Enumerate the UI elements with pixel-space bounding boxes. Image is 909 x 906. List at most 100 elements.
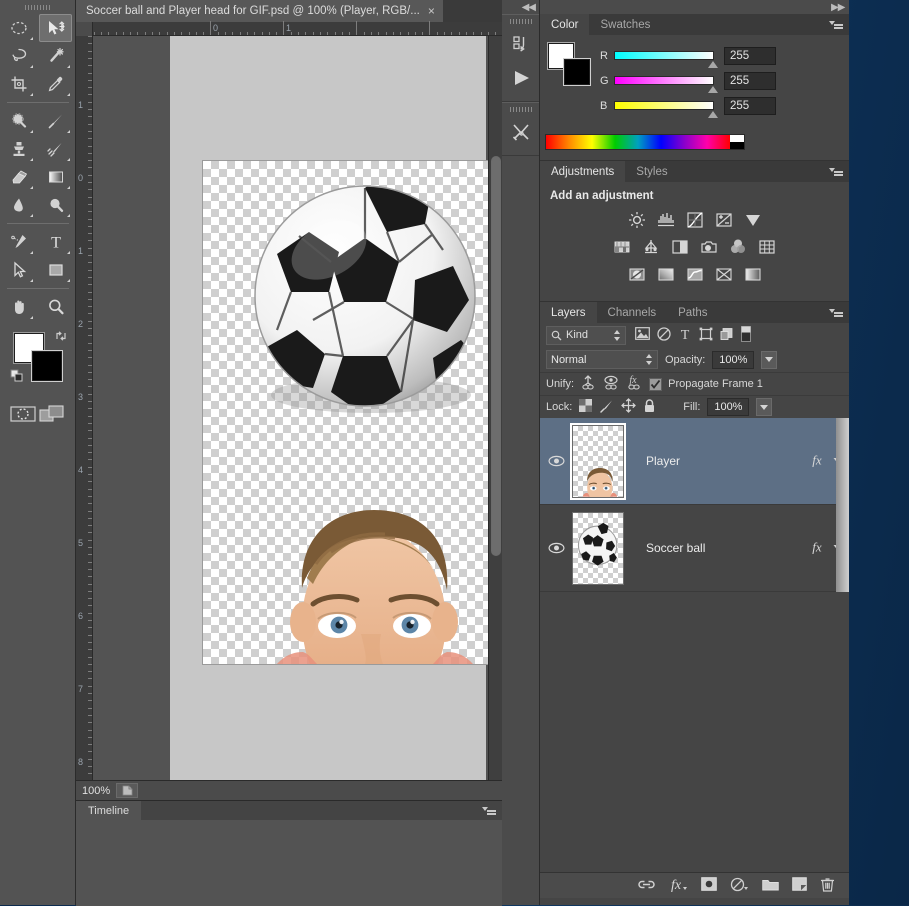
threshold-icon[interactable]: [685, 264, 705, 284]
tab-styles[interactable]: Styles: [625, 161, 679, 182]
chevron-updown-icon[interactable]: [614, 329, 621, 342]
timeline-body[interactable]: [76, 820, 502, 906]
gradient-map-icon[interactable]: [743, 264, 763, 284]
channel-b-slider[interactable]: [614, 101, 718, 118]
layer-visibility-toggle[interactable]: [540, 542, 572, 554]
magic-wand-tool[interactable]: [39, 42, 72, 70]
dodge-tool[interactable]: [39, 191, 72, 219]
black-white-icon[interactable]: [670, 237, 690, 257]
filter-shape-icon[interactable]: [699, 327, 713, 344]
tab-color[interactable]: Color: [540, 14, 590, 35]
propagate-frame-checkbox[interactable]: [649, 377, 663, 391]
hue-saturation-icon[interactable]: [612, 237, 632, 257]
history-brush-tool[interactable]: [39, 135, 72, 163]
eraser-tool[interactable]: [2, 163, 35, 191]
color-panel-menu-icon[interactable]: [829, 19, 843, 30]
unify-visibility-icon[interactable]: [603, 375, 620, 393]
rectangle-tool[interactable]: [39, 256, 72, 284]
table-row[interactable]: Soccer ball fx: [540, 505, 849, 592]
color-spectrum-ramp[interactable]: [545, 134, 745, 150]
minidock-grip[interactable]: [502, 15, 539, 27]
canvas-vertical-scrollbar[interactable]: [488, 36, 502, 780]
unify-position-icon[interactable]: [580, 375, 597, 393]
type-tool[interactable]: T: [39, 228, 72, 256]
document-tab[interactable]: Soccer ball and Player head for GIF.psd …: [76, 0, 443, 22]
minidock-grip-2[interactable]: [502, 103, 539, 115]
filter-adjustment-icon[interactable]: [657, 326, 671, 344]
filter-type-icon[interactable]: T: [678, 327, 692, 344]
channel-r-slider[interactable]: [614, 51, 718, 68]
delete-layer-icon[interactable]: [820, 877, 835, 895]
layers-panel-menu-icon[interactable]: [829, 307, 843, 318]
ruler-origin-corner[interactable]: [76, 22, 93, 36]
tab-layers[interactable]: Layers: [540, 302, 597, 323]
slider-knob-icon[interactable]: [708, 61, 718, 68]
layer-style-fx-icon[interactable]: fx: [809, 539, 826, 557]
horizontal-ruler[interactable]: 01: [76, 21, 502, 36]
play-icon[interactable]: [502, 61, 539, 95]
tab-channels[interactable]: Channels: [596, 302, 668, 323]
tab-adjustments[interactable]: Adjustments: [540, 161, 626, 182]
clone-stamp-tool[interactable]: [2, 135, 35, 163]
layer-name[interactable]: Soccer ball: [624, 541, 809, 555]
timeline-panel-menu-icon[interactable]: [482, 805, 496, 816]
quick-mask-icon[interactable]: [10, 405, 36, 426]
layers-empty-area[interactable]: [540, 592, 849, 872]
hand-tool[interactable]: [2, 293, 35, 321]
zoom-tool[interactable]: [39, 293, 72, 321]
close-icon[interactable]: ×: [428, 4, 435, 18]
screen-mode-icon[interactable]: [39, 405, 65, 426]
marquee-tool[interactable]: [2, 14, 35, 42]
layer-thumbnail[interactable]: [572, 424, 624, 498]
layer-kind-dropdown[interactable]: Kind: [546, 325, 626, 345]
channel-b-value[interactable]: 255: [724, 96, 776, 115]
layer-name[interactable]: Player: [624, 454, 809, 468]
channel-g-value[interactable]: 255: [724, 71, 776, 90]
unify-style-icon[interactable]: fx: [626, 375, 643, 393]
brightness-contrast-icon[interactable]: [627, 210, 647, 230]
new-group-icon[interactable]: [762, 878, 779, 894]
new-layer-icon[interactable]: [792, 877, 807, 894]
canvas-viewport[interactable]: [93, 36, 502, 780]
filter-toggle-icon[interactable]: [741, 325, 751, 345]
exposure-icon[interactable]: [714, 210, 734, 230]
zoom-level-value[interactable]: 100%: [82, 785, 110, 797]
filter-pixel-icon[interactable]: [635, 327, 650, 343]
fill-value[interactable]: 100%: [707, 398, 750, 416]
move-tool[interactable]: [39, 14, 72, 42]
chevron-updown-icon[interactable]: [646, 353, 653, 366]
fill-dropdown-icon[interactable]: [756, 398, 773, 416]
tab-swatches[interactable]: Swatches: [589, 14, 662, 35]
lock-transparency-icon[interactable]: [579, 399, 593, 415]
swap-colors-icon[interactable]: [54, 329, 68, 346]
lock-all-icon[interactable]: [643, 398, 656, 416]
selective-color-icon[interactable]: [714, 264, 734, 284]
adjustments-panel-menu-icon[interactable]: [829, 166, 843, 177]
filter-smart-object-icon[interactable]: [720, 327, 734, 344]
lock-position-icon[interactable]: [621, 398, 637, 416]
tools-icon[interactable]: [502, 115, 539, 149]
brush-tool[interactable]: [39, 107, 72, 135]
color-balance-icon[interactable]: [641, 237, 661, 257]
artboard-transparent-background[interactable]: [203, 161, 502, 664]
dock-collapse-button[interactable]: ◀◀: [540, 0, 849, 14]
opacity-value[interactable]: 100%: [712, 350, 755, 369]
add-mask-icon[interactable]: [701, 877, 717, 894]
layer-style-fx-icon[interactable]: fx: [809, 452, 826, 470]
blend-mode-dropdown[interactable]: Normal: [546, 350, 658, 369]
layer-thumbnail[interactable]: [572, 511, 624, 585]
posterize-icon[interactable]: [656, 264, 676, 284]
pen-tool[interactable]: [2, 228, 35, 256]
table-row[interactable]: Player fx: [540, 418, 849, 505]
link-layers-icon[interactable]: [638, 878, 655, 894]
history-actions-icon[interactable]: [502, 27, 539, 61]
blur-tool[interactable]: [2, 191, 35, 219]
channel-mixer-icon[interactable]: [728, 237, 748, 257]
channel-r-value[interactable]: 255: [724, 46, 776, 65]
layers-scrollbar[interactable]: [836, 418, 849, 505]
default-colors-icon[interactable]: [10, 369, 24, 386]
crop-tool[interactable]: [2, 70, 35, 98]
layer-style-fx-icon[interactable]: fx: [668, 877, 688, 895]
gradient-tool[interactable]: [39, 163, 72, 191]
new-adjustment-icon[interactable]: [730, 877, 749, 895]
